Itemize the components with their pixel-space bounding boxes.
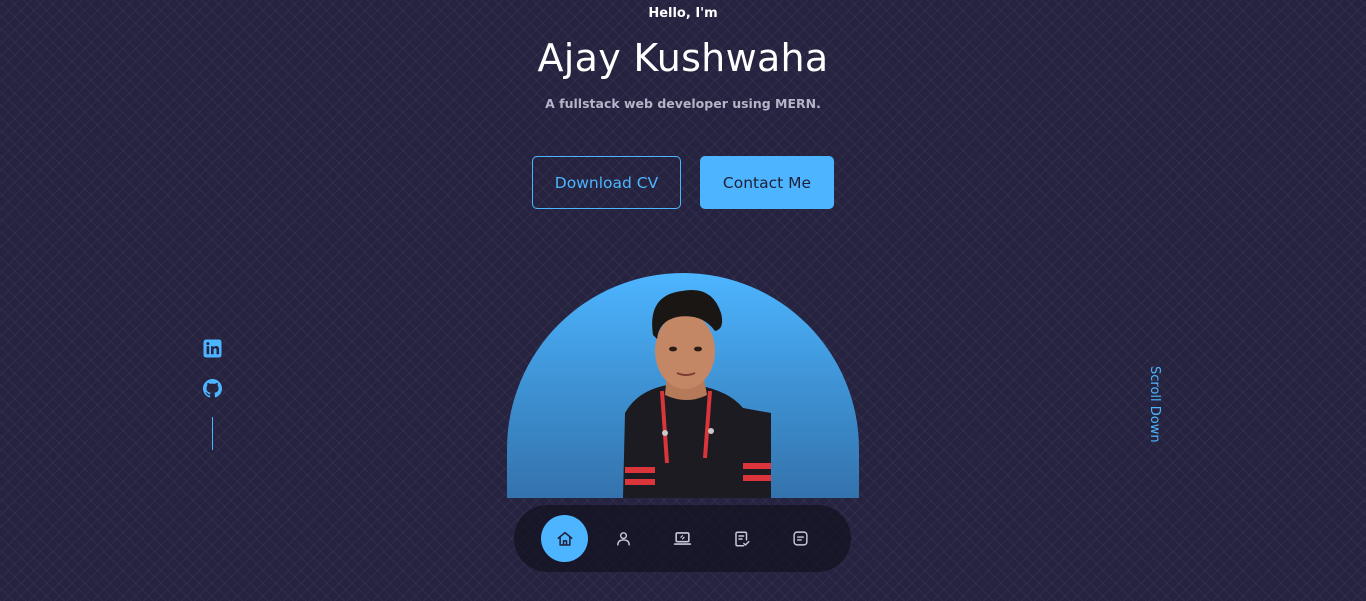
user-icon: [617, 532, 630, 546]
nav-contact[interactable]: [777, 515, 824, 562]
nav-experience[interactable]: [718, 515, 765, 562]
scroll-down-link[interactable]: Scroll Down: [1147, 366, 1162, 443]
home-icon: [557, 531, 572, 546]
nav-about[interactable]: [600, 515, 647, 562]
contact-me-button[interactable]: Contact Me: [700, 156, 834, 209]
page-title: Ajay Kushwaha: [537, 36, 829, 80]
checklist-icon: [734, 531, 749, 546]
social-links: [203, 339, 223, 450]
greeting-text: Hello, I'm: [648, 6, 718, 21]
nav-home[interactable]: [541, 515, 588, 562]
profile-photo: [507, 273, 859, 498]
person-illustration: [623, 289, 771, 498]
social-divider-line: [212, 417, 213, 450]
linkedin-icon[interactable]: [203, 339, 222, 358]
tagline-text: A fullstack web developer using MERN.: [545, 96, 821, 111]
laptop-icon: [673, 532, 692, 545]
github-icon[interactable]: [203, 379, 222, 398]
bottom-nav: [514, 505, 851, 572]
download-cv-button[interactable]: Download CV: [532, 156, 681, 209]
message-icon: [793, 531, 808, 546]
nav-projects[interactable]: [659, 515, 706, 562]
